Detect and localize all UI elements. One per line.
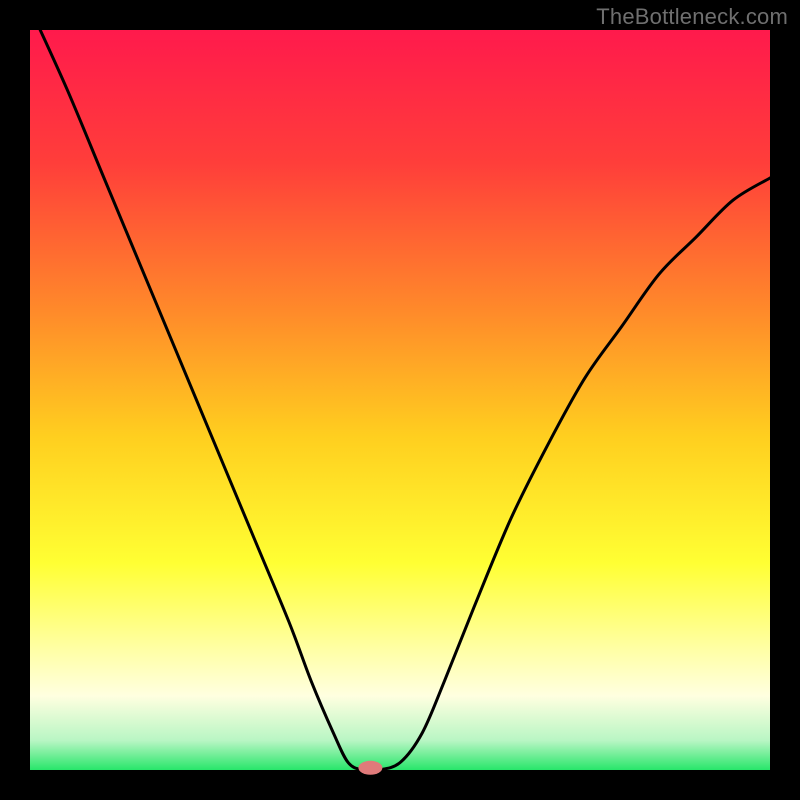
plot-background: [30, 30, 770, 770]
min-marker: [358, 761, 382, 775]
watermark-text: TheBottleneck.com: [596, 4, 788, 30]
chart-svg: [0, 0, 800, 800]
chart-frame: TheBottleneck.com: [0, 0, 800, 800]
